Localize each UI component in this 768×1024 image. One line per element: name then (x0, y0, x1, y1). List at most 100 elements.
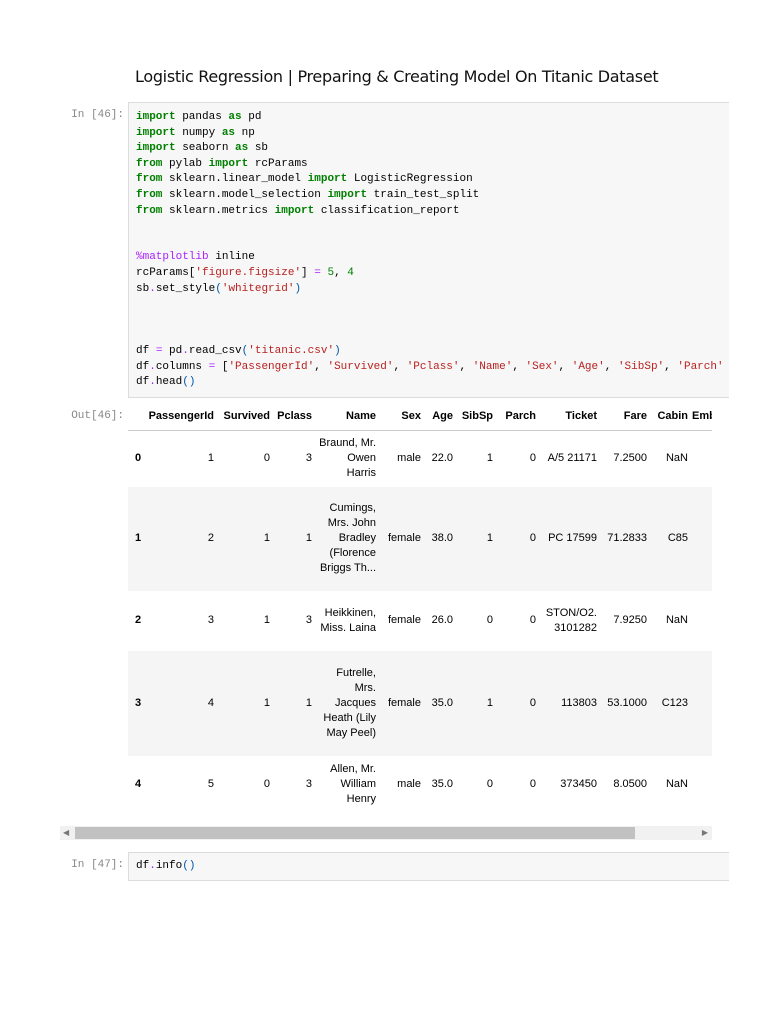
column-header: SibSp (457, 402, 497, 431)
code-line: import seaborn as sb (136, 141, 729, 157)
table-cell: 7.2500 (613, 452, 647, 465)
code-token: df (136, 376, 150, 389)
table-cell: Allen, Mr. William Henry (330, 763, 376, 805)
code-token: [ (215, 360, 229, 373)
table-cell: 38.0 (425, 486, 457, 591)
table-cell: 1 (263, 614, 270, 626)
code-line: from pylab import rcParams (136, 157, 729, 173)
table-cell: 1 (486, 452, 493, 465)
table-cell: Heikkinen, Miss. Laina (320, 606, 376, 634)
table-cell: 1 (274, 486, 316, 591)
code-token: , (334, 266, 348, 279)
code-token: %matplotlib (136, 251, 209, 264)
table-cell: 113803 (540, 650, 601, 756)
table-cell: STON/O2. 3101282 (545, 606, 597, 634)
row-index: 4 (135, 778, 142, 790)
code-line: df.head() (136, 375, 729, 391)
table-cell: 0 (263, 452, 270, 465)
table-cell: 7.9250 (613, 614, 647, 626)
table-cell: NaN (665, 452, 688, 465)
column-header: Pclass (274, 402, 316, 431)
code-token: pd (241, 111, 262, 123)
table-cell: 0 (486, 778, 493, 790)
code-token: 4 (347, 266, 354, 279)
table-cell: 1 (207, 452, 214, 465)
table-cell: male (397, 778, 421, 790)
code-token: 'Age' (571, 360, 605, 373)
code-token: rcParams[ (136, 266, 196, 279)
column-header: Name (316, 402, 380, 431)
table-cell: 0 (529, 452, 536, 465)
table-cell: 3 (305, 452, 312, 465)
code-token: np (235, 126, 255, 139)
dataframe-output: PassengerId Survived Pclass Name Sex Age SibSp… (128, 402, 712, 820)
table-cell: 1 (274, 650, 316, 756)
code-token: . (182, 344, 189, 357)
code-token: train_test_split (367, 188, 480, 201)
table-cell: Cumings, Mrs. John Bradley (Florence Bri… (316, 486, 380, 591)
arrow-right-icon[interactable]: ▶ (702, 826, 708, 840)
column-header: Fare (601, 402, 651, 431)
code-token: ) (294, 282, 302, 295)
horizontal-scrollbar[interactable]: ◀ ▶ (60, 826, 712, 840)
code-line: import numpy as np (136, 126, 729, 142)
table-cell: 1 (218, 486, 274, 591)
code-token: . (149, 282, 156, 295)
code-token: 'SibSp' (617, 360, 665, 373)
table-cell: 1 (218, 650, 274, 756)
code-token: import (307, 173, 348, 186)
code-line: import pandas as pd (136, 110, 729, 126)
code-token: rcParams (248, 157, 308, 170)
code-editor[interactable]: df.info() (129, 853, 729, 875)
code-cell-47[interactable]: df.info() (128, 852, 729, 881)
code-token: 'Survived' (327, 360, 394, 373)
code-token: from (136, 204, 163, 217)
code-token: read_csv (188, 344, 242, 357)
table-cell: C85 (651, 486, 692, 591)
table-row: 4 5 0 3 Allen, Mr. William Henry male 35.0 0 0 37… (128, 756, 712, 814)
table-cell: 373450 (560, 778, 597, 790)
code-token: , (558, 360, 572, 373)
code-line: rcParams['figure.figsize'] = 5, 4 (136, 266, 729, 282)
table-cell-clipped (692, 431, 712, 487)
table-cell: 26.0 (431, 614, 453, 626)
table-row: 1 2 1 1 Cumings, Mrs. John Bradley (Florence… (128, 486, 712, 591)
code-line: from sklearn.linear_model import Logisti… (136, 172, 729, 188)
code-line: df.columns = ['PassengerId', 'Survived',… (136, 360, 729, 376)
table-cell: 8.0500 (613, 778, 647, 790)
code-token: . (149, 860, 156, 872)
column-header: Embarked (692, 402, 712, 431)
table-cell: NaN (665, 778, 688, 790)
code-token: columns (155, 360, 209, 373)
code-token: from (136, 173, 163, 186)
table-cell: 0 (263, 778, 270, 790)
code-token: import (274, 204, 315, 217)
code-token: pd (162, 344, 183, 357)
code-editor[interactable]: import pandas as pd import numpy as np imp… (129, 103, 729, 391)
table-cell: 35.0 (425, 650, 457, 756)
table-cell: 0 (529, 614, 536, 626)
scrollbar-thumb[interactable] (75, 827, 635, 839)
code-token: 'Name' (472, 360, 513, 373)
code-token: head (155, 376, 183, 389)
table-cell: male (397, 452, 421, 465)
arrow-left-icon[interactable]: ◀ (63, 826, 69, 840)
code-cell-46[interactable]: import pandas as pd import numpy as np imp… (128, 102, 729, 398)
table-cell: 5 (207, 778, 214, 790)
table-cell: female (380, 486, 425, 591)
table-cell: 3 (207, 614, 214, 626)
code-token: sb (136, 282, 150, 295)
code-token: ] (301, 266, 315, 279)
code-token: import (136, 111, 176, 123)
cell-prompt-in-47: In [47]: (71, 859, 124, 871)
code-token: from (136, 157, 163, 170)
code-token: 'PassengerId' (228, 360, 315, 373)
table-cell: 1 (457, 486, 497, 591)
code-token: , (393, 360, 407, 373)
code-token: , (314, 360, 328, 373)
cell-prompt-out-46: Out[46]: (71, 410, 124, 422)
table-cell: A/5 21171 (547, 452, 597, 465)
